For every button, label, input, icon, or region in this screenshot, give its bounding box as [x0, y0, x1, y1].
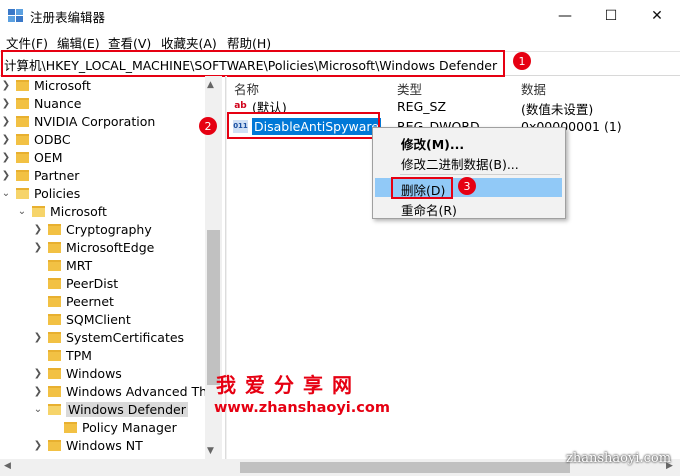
- regedit-app-icon: [8, 8, 24, 23]
- tree-item[interactable]: ❯ ODBC: [0, 130, 71, 148]
- tree-item[interactable]: Peernet: [32, 292, 114, 310]
- tree-item[interactable]: ❯ SystemCertificates: [32, 328, 184, 346]
- menu-modify-binary[interactable]: 修改二进制数据(B)...: [401, 154, 519, 173]
- tree-item[interactable]: ❯ Partner: [0, 166, 80, 184]
- chevron-down-icon[interactable]: ⌄: [16, 206, 28, 217]
- chevron-down-icon[interactable]: ⌄: [0, 188, 12, 199]
- tree-item[interactable]: ❯ Windows NT: [32, 436, 143, 454]
- column-header-type[interactable]: 类型: [397, 79, 422, 98]
- folder-icon: [16, 133, 29, 145]
- folder-icon: [48, 313, 61, 325]
- highlight-box-value: [227, 112, 380, 139]
- step-marker-1: 1: [513, 52, 531, 70]
- scroll-left-arrow-icon[interactable]: ◀: [4, 461, 11, 471]
- list-scroll-thumb[interactable]: [240, 462, 570, 473]
- step-marker-3: 3: [458, 177, 476, 195]
- scroll-down-arrow-icon[interactable]: ▼: [207, 446, 214, 456]
- value-data: (数值未设置): [521, 102, 594, 117]
- tree-item[interactable]: ⌄ Microsoft: [16, 202, 107, 220]
- tree-item[interactable]: SQMClient: [32, 310, 131, 328]
- chevron-right-icon[interactable]: ❯: [0, 80, 12, 91]
- folder-open-icon: [16, 187, 29, 199]
- chevron-right-icon[interactable]: ❯: [0, 152, 12, 163]
- folder-icon: [48, 223, 61, 235]
- menu-modify[interactable]: 修改(M)...: [401, 134, 464, 153]
- chevron-right-icon[interactable]: ❯: [0, 98, 12, 109]
- tree-item[interactable]: PeerDist: [32, 274, 118, 292]
- folder-icon: [48, 367, 61, 379]
- minimize-button[interactable]: —: [542, 0, 588, 31]
- chevron-right-icon[interactable]: ❯: [0, 116, 12, 127]
- chevron-down-icon[interactable]: ⌄: [32, 404, 44, 415]
- tree-item[interactable]: ⌄ Policies: [0, 184, 80, 202]
- folder-icon: [48, 259, 61, 271]
- maximize-button[interactable]: ☐: [588, 0, 634, 31]
- window-title: 注册表编辑器: [30, 10, 106, 25]
- scroll-up-arrow-icon[interactable]: ▲: [207, 80, 214, 90]
- folder-icon: [16, 151, 29, 163]
- tree-item[interactable]: ❯ OEM: [0, 148, 63, 166]
- chevron-right-icon[interactable]: ❯: [32, 224, 44, 235]
- chevron-right-icon[interactable]: ❯: [32, 368, 44, 379]
- tree-item[interactable]: ❯ MicrosoftEdge: [32, 238, 155, 256]
- chevron-right-icon[interactable]: ❯: [0, 170, 12, 181]
- folder-icon: [48, 241, 61, 253]
- close-button[interactable]: ✕: [634, 0, 680, 31]
- folder-icon: [16, 115, 29, 127]
- tree-item-selected[interactable]: ⌄ Windows Defender: [32, 400, 188, 418]
- value-type: REG_SZ: [397, 99, 447, 114]
- minimize-icon: —: [558, 7, 572, 24]
- folder-icon: [48, 331, 61, 343]
- column-header-data[interactable]: 数据: [521, 79, 546, 98]
- close-icon: ✕: [651, 7, 663, 24]
- folder-icon: [64, 421, 77, 433]
- highlight-box-delete: [391, 177, 453, 199]
- tree-item[interactable]: Policy Manager: [48, 418, 177, 436]
- watermark-cn: 我爱分享网: [216, 373, 361, 397]
- tree-item[interactable]: TPM: [32, 346, 92, 364]
- folder-open-icon: [48, 403, 61, 415]
- tree-item[interactable]: ❯ Windows Advanced Th: [32, 382, 207, 400]
- menu-bar: [0, 31, 680, 51]
- folder-icon: [48, 385, 61, 397]
- folder-icon: [16, 169, 29, 181]
- context-menu-separator: [400, 174, 560, 175]
- step-marker-2: 2: [199, 117, 217, 135]
- folder-icon: [48, 349, 61, 361]
- chevron-right-icon[interactable]: ❯: [32, 242, 44, 253]
- folder-icon: [16, 97, 29, 109]
- folder-open-icon: [32, 205, 45, 217]
- folder-icon: [16, 79, 29, 91]
- folder-icon: [48, 277, 61, 289]
- highlight-box-address: [1, 50, 505, 77]
- tree-item[interactable]: ❯ Nuance: [0, 94, 82, 112]
- chevron-right-icon[interactable]: ❯: [0, 134, 12, 145]
- folder-icon: [48, 295, 61, 307]
- tree-item[interactable]: ❯ Windows: [32, 364, 122, 382]
- watermark-url: www.zhanshaoyi.com: [214, 400, 390, 416]
- key-tree[interactable]: ❯ Microsoft ❯ Nuance ❯ NVIDIA Corporation ❯…: [0, 76, 222, 459]
- menu-rename[interactable]: 重命名(R): [401, 200, 457, 219]
- tree-item[interactable]: ❯ Microsoft: [0, 76, 91, 94]
- tree-item[interactable]: ❯ NVIDIA Corporation: [0, 112, 155, 130]
- chevron-right-icon[interactable]: ❯: [32, 440, 44, 451]
- chevron-right-icon[interactable]: ❯: [32, 386, 44, 397]
- string-value-icon: ab: [234, 100, 247, 111]
- tree-item[interactable]: ❯ Cryptography: [32, 220, 152, 238]
- folder-icon: [48, 439, 61, 451]
- tree-scroll-thumb[interactable]: [207, 230, 220, 385]
- tree-item[interactable]: MRT: [32, 256, 92, 274]
- maximize-icon: ☐: [604, 7, 618, 24]
- chevron-right-icon[interactable]: ❯: [32, 332, 44, 343]
- watermark-corner: zhanshaoyi.com: [566, 451, 672, 466]
